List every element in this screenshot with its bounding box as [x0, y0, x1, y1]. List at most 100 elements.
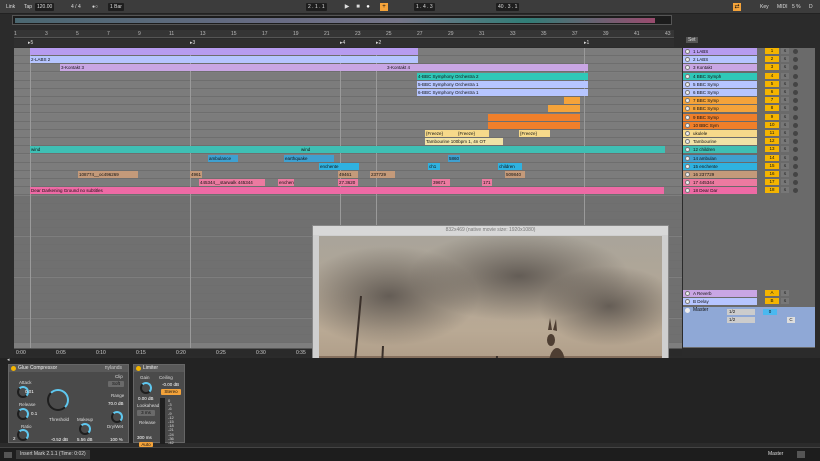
track-activator-button[interactable]: 13 — [765, 146, 779, 153]
detail-view-toggle-icon[interactable] — [797, 451, 805, 458]
punch-in-field[interactable]: 1 . 4 . 3 — [414, 3, 435, 11]
arm-record-icon[interactable] — [793, 114, 798, 120]
arrangement-clip[interactable]: enchente — [319, 162, 359, 170]
track-activator-button[interactable]: 14 — [765, 154, 779, 161]
master-track[interactable]: Master 1/2 1/2 0 C — [683, 307, 815, 347]
track-lane[interactable] — [14, 113, 682, 122]
arrangement-overview[interactable] — [12, 15, 672, 25]
solo-button[interactable]: S — [781, 72, 789, 79]
tap-tempo-button[interactable]: Tap — [24, 3, 32, 11]
track-activator-button[interactable]: 1 — [765, 48, 779, 54]
master-volume[interactable]: 0 — [763, 309, 777, 315]
drywet-knob[interactable] — [111, 411, 123, 423]
arrangement-clip[interactable]: 2-LABS 2 — [30, 56, 418, 64]
track-lane[interactable] — [14, 105, 682, 114]
arrangement-clip[interactable]: ambulance — [208, 154, 238, 162]
arrangement-clip[interactable]: 237729 — [370, 171, 395, 178]
solo-button[interactable]: S — [781, 48, 789, 54]
track-fold-icon[interactable] — [685, 163, 690, 169]
locator-marker[interactable]: ▸2 — [376, 39, 381, 47]
track-fold-icon[interactable] — [685, 73, 690, 79]
arm-record-icon[interactable] — [793, 122, 798, 128]
arm-record-icon[interactable] — [793, 57, 798, 63]
arm-record-icon[interactable] — [793, 172, 798, 177]
track-name[interactable]: 9 BBC Symp — [683, 113, 757, 121]
play-icon[interactable]: ▶ — [343, 3, 351, 11]
track-header[interactable]: 4 BBC Symph 4 S — [683, 72, 815, 80]
track-activator-button[interactable]: 11 — [765, 130, 779, 136]
track-header[interactable]: 18 Dear Dar 18 S — [683, 187, 815, 195]
track-header[interactable]: 14 ambulan 14 S — [683, 154, 815, 162]
track-name[interactable]: B Delay — [683, 298, 757, 306]
track-activator-button[interactable]: 16 — [765, 171, 779, 177]
arm-record-icon[interactable] — [793, 106, 798, 112]
arrangement-clip[interactable]: {Freeze} — [425, 130, 457, 137]
metronome-toggle[interactable]: ●○ — [92, 3, 98, 11]
master-fold-icon[interactable] — [685, 308, 690, 313]
solo-button[interactable]: S — [781, 187, 789, 194]
arm-record-icon[interactable] — [793, 155, 798, 161]
track-header[interactable]: A Reverb A S — [683, 290, 815, 297]
track-activator-button[interactable]: 15 — [765, 162, 779, 169]
track-activator-button[interactable]: 7 — [765, 97, 779, 104]
track-name[interactable]: 3 Kontakt — [683, 64, 757, 72]
track-fold-icon[interactable] — [685, 114, 690, 120]
arrangement-clip[interactable]: wind — [30, 146, 300, 154]
track-fold-icon[interactable] — [685, 81, 690, 87]
solo-button[interactable]: S — [781, 56, 789, 63]
arrangement-clip[interactable]: 445344__starwalk 445344 — [199, 179, 265, 187]
locator-marker[interactable]: ▸4 — [340, 39, 345, 47]
arrangement-clip[interactable] — [30, 48, 418, 55]
track-lane[interactable] — [14, 154, 682, 163]
makeup-knob[interactable] — [79, 423, 91, 435]
arrangement-clip[interactable]: 4-BBC Symphony Orchestra 2 — [417, 72, 588, 80]
arrangement-clip[interactable]: 5-BBC Symphony Orchestra 1 — [417, 80, 588, 88]
track-header[interactable]: 7 BBC Symp 7 S — [683, 97, 815, 105]
link-button[interactable]: Link — [6, 3, 15, 11]
arm-record-icon[interactable] — [793, 180, 798, 186]
master-input-select[interactable]: 1/2 — [727, 317, 755, 323]
arm-record-icon[interactable] — [793, 73, 798, 79]
arrangement-position[interactable]: 2 . 1 . 1 — [306, 3, 327, 11]
track-fold-icon[interactable] — [685, 172, 690, 177]
ratio-knob[interactable] — [17, 429, 29, 441]
solo-button[interactable]: S — [781, 89, 789, 95]
midi-map-button[interactable]: MIDI — [777, 3, 788, 11]
tempo-field[interactable]: 120.00 — [35, 3, 55, 11]
solo-button[interactable]: S — [781, 138, 789, 145]
threshold-knob[interactable] — [47, 389, 69, 411]
track-activator-button[interactable]: 2 — [765, 56, 779, 63]
solo-button[interactable]: S — [781, 130, 789, 136]
track-name[interactable]: ukulele — [683, 130, 757, 137]
track-name[interactable]: 8 BBC Symp — [683, 105, 757, 113]
solo-button[interactable]: S — [781, 121, 789, 128]
arm-record-icon[interactable] — [793, 65, 798, 71]
arrangement-clip[interactable]: Tambourine 100bpm 1, 4n OT — [425, 138, 503, 146]
track-name[interactable]: 14 ambulan — [683, 154, 757, 162]
track-name[interactable]: 7 BBC Symp — [683, 97, 757, 105]
arm-record-icon[interactable] — [793, 131, 798, 136]
preset-name[interactable]: nylands — [105, 365, 122, 372]
arrangement-clip[interactable]: 509840 — [505, 171, 525, 178]
arrangement-clip[interactable]: earthquake — [284, 154, 334, 162]
track-name[interactable]: Tambourine — [683, 138, 757, 146]
track-lane[interactable] — [14, 212, 682, 220]
info-toggle-icon[interactable] — [4, 452, 12, 458]
track-activator-button[interactable]: 9 — [765, 113, 779, 120]
track-name[interactable]: 18 Dear Dar — [683, 187, 757, 195]
arm-record-icon[interactable] — [793, 139, 798, 145]
arrangement-clip[interactable]: 171 — [482, 179, 492, 187]
track-header[interactable]: 16 237729 16 S — [683, 171, 815, 178]
record-icon[interactable]: ● — [364, 3, 372, 11]
arrangement-clip[interactable] — [488, 113, 580, 121]
track-header[interactable]: 3 Kontakt 3 S — [683, 64, 815, 72]
solo-button[interactable]: S — [781, 154, 789, 161]
track-fold-icon[interactable] — [685, 291, 690, 296]
track-activator-button[interactable]: 10 — [765, 121, 779, 128]
arrangement-clip[interactable] — [488, 121, 580, 129]
track-fold-icon[interactable] — [685, 49, 690, 54]
track-activator-button[interactable]: 6 — [765, 89, 779, 95]
glue-compressor-device[interactable]: Glue Compressor nylands Attack 0.01 Relea… — [8, 364, 129, 443]
track-activator-button[interactable]: 12 — [765, 138, 779, 145]
locator-lane[interactable]: ▸5 ▸3 ▸4 ▸2 ▸1 — [14, 39, 674, 47]
